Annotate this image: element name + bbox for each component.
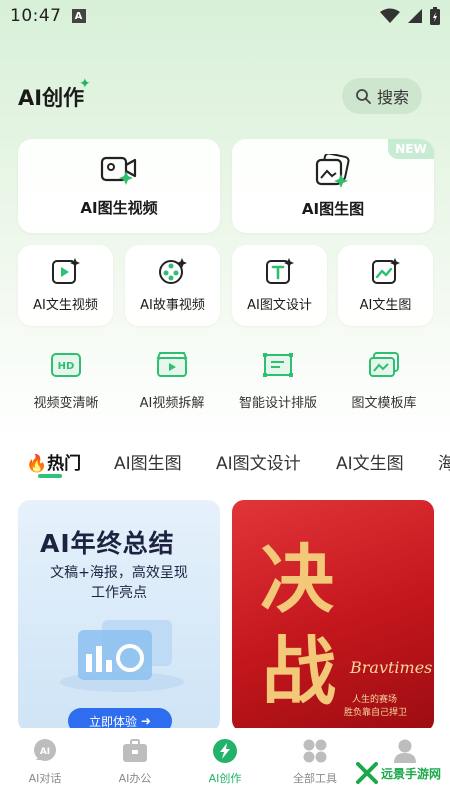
grid-icon (303, 739, 327, 763)
arrow-right-icon: ➜ (140, 714, 152, 728)
status-icons (380, 7, 440, 25)
category-tabs: 🔥热门 AI图生图 AI图文设计 AI文生图 海 (0, 445, 450, 485)
card-label: AI图文设计 (247, 298, 312, 313)
tool-template-library[interactable]: 图文模板库 (334, 352, 434, 411)
report-illustration (60, 620, 184, 692)
poster-caption: 胜负靠自己捍卫 (344, 708, 408, 718)
tab-ai-graphic-design[interactable]: AI图文设计 (216, 449, 301, 474)
search-icon (356, 89, 371, 104)
watermark-logo-icon (356, 762, 378, 784)
card-ai-text-to-video[interactable]: AI文生视频 (18, 245, 113, 326)
tool-video-analysis[interactable]: AI视频拆解 (122, 352, 222, 411)
tab-label: 热门 (47, 454, 82, 474)
content-card-year-summary[interactable]: AI年终总结 文稿+海报，高效呈现 工作亮点 立即体验 ➜ (18, 500, 220, 732)
video-play-icon (51, 258, 80, 284)
nav-label: AI对话 (28, 772, 62, 785)
watermark: 远景手游网 (356, 762, 441, 784)
content-card-subtitle: 工作亮点 (91, 585, 147, 601)
card-ai-image-to-image[interactable]: NEW AI图生图 (232, 139, 434, 233)
tool-label: 图文模板库 (351, 396, 417, 411)
status-time: 10:47 (10, 6, 62, 26)
clapper-icon (156, 352, 188, 377)
card-label: AI图生图 (301, 199, 365, 218)
content-card-title: AI年终总结 (40, 529, 175, 558)
tool-label: 视频变清晰 (33, 396, 99, 411)
nav-label: AI办公 (118, 772, 152, 785)
poster-char: 决 (260, 537, 334, 623)
user-icon (394, 739, 416, 763)
camera-sparkle-icon (100, 156, 137, 185)
nav-label: AI创作 (208, 772, 242, 785)
tab-more[interactable]: 海 (438, 449, 450, 474)
search-button[interactable]: 搜索 (342, 78, 422, 114)
card-ai-story-video[interactable]: AI故事视频 (125, 245, 220, 326)
page-title: AI创作 (18, 86, 85, 110)
chart-image-icon (371, 258, 400, 284)
poster-char: 战 (262, 629, 336, 715)
new-badge: NEW (388, 139, 434, 159)
battery-icon (430, 7, 440, 25)
chat-ai-icon: AI (34, 739, 56, 761)
tool-label: 智能设计排版 (238, 396, 317, 411)
film-reel-icon (158, 258, 187, 284)
try-now-label: 立即体验 (88, 714, 137, 729)
image-sparkle-icon (315, 153, 350, 188)
content-card-subtitle: 文稿+海报，高效呈现 (50, 565, 188, 581)
nav-ai-chat[interactable]: AI AI对话 (10, 738, 80, 786)
signal-icon (408, 9, 422, 23)
svg-text:HD: HD (58, 361, 75, 372)
tab-ai-image-to-image[interactable]: AI图生图 (114, 449, 182, 474)
tool-video-enhance[interactable]: HD 视频变清晰 (16, 352, 116, 411)
watermark-text: 远景手游网 (381, 766, 442, 781)
nav-all-tools[interactable]: 全部工具 (280, 738, 350, 786)
status-bar: 10:47 A (0, 0, 450, 32)
card-label: AI文生图 (359, 298, 412, 313)
svg-text:AI: AI (40, 747, 50, 757)
card-ai-text-to-image[interactable]: AI文生图 (338, 245, 433, 326)
card-label: AI文生视频 (33, 298, 98, 313)
lightning-icon (213, 739, 237, 763)
tab-hot[interactable]: 🔥热门 (26, 449, 81, 474)
card-label: AI图生视频 (80, 198, 158, 217)
tool-label: AI视频拆解 (139, 396, 205, 411)
tool-smart-layout[interactable]: 智能设计排版 (228, 352, 328, 411)
briefcase-icon (123, 739, 147, 762)
template-icon (369, 352, 399, 377)
fire-icon: 🔥 (26, 454, 48, 474)
poster-caption: 人生的赛场 (352, 695, 398, 705)
content-card-poster[interactable]: 决 战 Bravtimes 人生的赛场 胜负靠自己捍卫 (232, 500, 434, 732)
notification-icon: A (71, 9, 86, 23)
hd-icon: HD (51, 353, 81, 377)
card-label: AI故事视频 (140, 298, 205, 313)
tab-active-indicator (38, 474, 62, 478)
card-ai-image-to-video[interactable]: AI图生视频 (18, 139, 220, 233)
page-header: AI创作 ✦ 搜索 (0, 76, 450, 116)
layout-icon (263, 353, 293, 377)
text-box-icon (265, 258, 294, 284)
sparkle-icon: ✦ (79, 76, 91, 92)
search-label: 搜索 (376, 88, 409, 107)
card-ai-graphic-design[interactable]: AI图文设计 (232, 245, 327, 326)
poster-script-text: Bravtimes (350, 658, 433, 677)
nav-ai-office[interactable]: AI办公 (100, 738, 170, 786)
wifi-icon (380, 8, 400, 23)
nav-ai-create[interactable]: AI创作 (190, 738, 260, 786)
tab-ai-text-to-image[interactable]: AI文生图 (336, 449, 404, 474)
nav-label: 全部工具 (293, 772, 337, 785)
